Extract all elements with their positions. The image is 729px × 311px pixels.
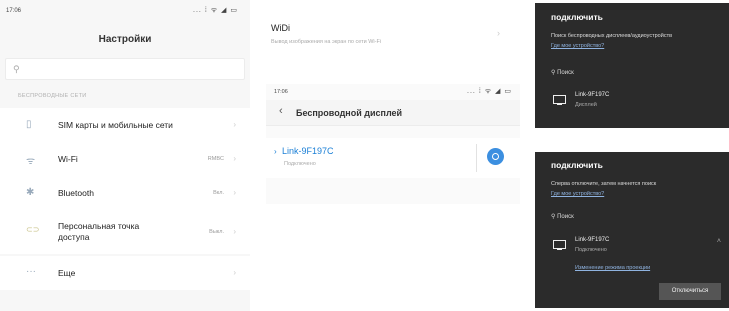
device-name: Link-9F197C	[282, 146, 334, 156]
flyout-description: Поиск беспроводных дисплеев/аудиоустройс…	[551, 33, 673, 39]
chevron-up-icon[interactable]: ˄	[717, 238, 721, 245]
where-is-device-link[interactable]: Где мое устройство?	[551, 191, 604, 197]
flyout-title: подключить	[551, 12, 603, 22]
divider	[476, 144, 477, 172]
device-status: Подключено	[575, 247, 607, 253]
search-label: Поиск	[557, 70, 574, 76]
chevron-right-icon: ›	[233, 268, 236, 277]
flyout-title: подключить	[551, 160, 603, 170]
device-name[interactable]: Link-9F197C	[575, 237, 609, 243]
projection-mode-link[interactable]: Изменение режима проекции	[575, 265, 650, 271]
settings-item-label: SIM карты и мобильные сети	[58, 120, 173, 130]
device-status: Подключено	[284, 161, 316, 167]
settings-gear-icon[interactable]	[487, 148, 504, 165]
settings-item-sim[interactable]: ▯ SIM карты и мобильные сети ›	[0, 108, 250, 142]
status-time: 17:06	[274, 89, 288, 95]
header-bar: ‹ Беспроводной дисплей	[266, 100, 520, 126]
section-header: БЕСПРОВОДНЫЕ СЕТИ	[18, 93, 87, 99]
chevron-right-icon: ›	[497, 28, 500, 38]
where-is-device-link[interactable]: Где мое устройство?	[551, 43, 604, 49]
settings-item-label: Wi-Fi	[58, 154, 78, 164]
search-label: Поиск	[557, 214, 574, 220]
wireless-display-panel: WiDi Вывод изображения на экран по сети …	[258, 0, 528, 311]
search-status: ⚲ Поиск	[551, 70, 574, 76]
widi-title: WiDi	[271, 23, 290, 33]
settings-item-label: Персональная точка доступа	[58, 221, 140, 242]
device-status: Дисплей	[575, 102, 597, 108]
sim-card-icon: ▯	[26, 119, 32, 130]
disconnect-button[interactable]: Отключиться	[659, 283, 721, 300]
chevron-right-icon: ›	[274, 147, 277, 156]
widi-item[interactable]: WiDi Вывод изображения на экран по сети …	[258, 14, 520, 54]
wifi-icon: ᯤ	[26, 156, 36, 167]
page-title: Настройки	[98, 34, 152, 45]
search-status: ⚲ Поиск	[551, 214, 574, 220]
settings-item-hotspot[interactable]: ⊂⊃ Персональная точка доступа Выкл. ›	[0, 210, 250, 254]
settings-item-value: Выкл.	[209, 229, 224, 235]
settings-item-label: Еще	[58, 268, 76, 278]
wireless-display-screen: 17:06 ... ⁞ ᯤ ◢ ▭ ‹ Беспроводной дисплей…	[266, 84, 520, 204]
search-icon: ⚲	[13, 64, 20, 74]
settings-item-value: Вкл.	[213, 190, 224, 196]
connect-flyout-connected: подключить Сперва отключите, затем начне…	[535, 152, 729, 308]
widi-subtitle: Вывод изображения на экран по сети Wi-Fi	[271, 39, 382, 45]
settings-item-value: RMBC	[207, 156, 224, 162]
chevron-right-icon: ›	[233, 188, 236, 197]
chevron-right-icon: ›	[233, 154, 236, 163]
page-title: Беспроводной дисплей	[296, 108, 403, 118]
settings-item-wifi[interactable]: ᯤ Wi-Fi RMBC ›	[0, 142, 250, 176]
settings-screen: 17:06 ... ⁞ ᯤ ◢ ▭ Настройки ⚲ БЕСПРОВОДН…	[0, 0, 250, 311]
monitor-icon	[553, 95, 566, 106]
monitor-icon	[553, 240, 566, 251]
connect-flyout-searching: подключить Поиск беспроводных дисплеев/а…	[535, 3, 729, 128]
status-time: 17:06	[6, 8, 22, 14]
status-icons: ... ⁞ ᯤ ◢ ▭	[193, 7, 238, 14]
flyout-description: Сперва отключите, затем начнется поиск	[551, 181, 657, 187]
bluetooth-icon: ✱	[26, 187, 35, 198]
status-bar: 17:06 ... ⁞ ᯤ ◢ ▭	[0, 0, 250, 18]
device-row[interactable]: › Link-9F197C Подключено	[266, 138, 520, 178]
search-input[interactable]: ⚲	[5, 58, 245, 80]
settings-item-bluetooth[interactable]: ✱ Bluetooth Вкл. ›	[0, 176, 250, 210]
chevron-right-icon: ›	[233, 227, 236, 236]
device-name[interactable]: Link-9F197C	[575, 92, 609, 98]
settings-item-label: Bluetooth	[58, 188, 94, 198]
hotspot-icon: ⊂⊃	[26, 225, 40, 234]
chevron-right-icon: ›	[233, 120, 236, 129]
status-icons: ... ⁞ ᯤ ◢ ▭	[467, 88, 512, 95]
back-arrow-icon[interactable]: ‹	[279, 105, 283, 117]
more-icon: ···	[26, 266, 36, 277]
settings-item-more[interactable]: ··· Еще ›	[0, 256, 250, 290]
